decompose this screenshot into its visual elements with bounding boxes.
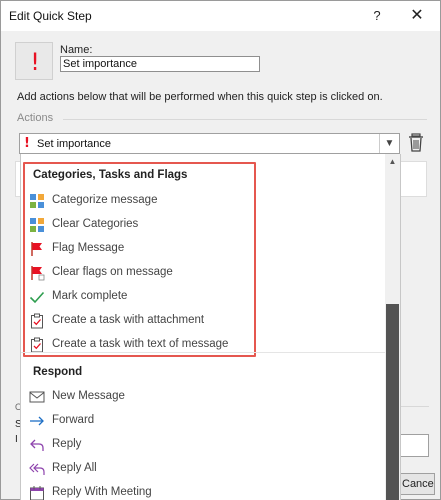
menu-item-label: Categorize message (52, 194, 158, 206)
action-dropdown-list: Categories, Tasks and Flags Categorize m… (20, 154, 401, 500)
importance-icon: ! (30, 48, 40, 76)
reply-icon (30, 439, 44, 451)
scrollbar-thumb[interactable] (386, 304, 399, 500)
edit-quick-step-dialog: Edit Quick Step ? ✕ ! Name: Add actions … (0, 0, 441, 500)
help-button[interactable]: ? (365, 6, 389, 26)
menu-item-label: Forward (52, 414, 95, 426)
action-dropdown[interactable]: ! Set importance ▼ (19, 133, 400, 154)
dialog-title: Edit Quick Step (9, 9, 92, 23)
menu-item-reply-with-meeting[interactable]: Reply With Meeting (29, 482, 379, 500)
scroll-up-arrow-icon[interactable]: ▲ (385, 154, 400, 170)
menu-item-new-message[interactable]: New Message (29, 386, 379, 408)
menu-item-clear-flags[interactable]: Clear flags on message (29, 262, 379, 284)
menu-item-label: Flag Message (52, 242, 125, 254)
menu-item-label: Create a task with attachment (52, 314, 205, 326)
calendar-icon (30, 486, 44, 500)
group-divider (21, 352, 387, 353)
title-bar: Edit Quick Step ? ✕ (1, 1, 440, 31)
clear-flag-icon (31, 266, 45, 281)
menu-item-reply[interactable]: Reply (29, 434, 379, 456)
menu-item-label: Reply (52, 438, 82, 450)
flag-icon (31, 242, 42, 256)
name-label: Name: (60, 44, 93, 56)
menu-item-label: Reply All (52, 462, 97, 474)
options-divider (399, 406, 429, 407)
tooltip-text-field[interactable] (399, 434, 429, 457)
menu-item-categorize-message[interactable]: Categorize message (29, 190, 379, 212)
group-header-respond: Respond (33, 366, 83, 378)
group-header-categories: Categories, Tasks and Flags (33, 169, 188, 181)
action-selected-value: Set importance (37, 138, 111, 150)
instructions-text: Add actions below that will be performed… (17, 91, 383, 103)
forward-arrow-icon (30, 416, 44, 426)
quick-step-icon-button[interactable]: ! (15, 42, 53, 80)
chevron-down-icon[interactable]: ▼ (379, 134, 399, 153)
actions-divider (63, 119, 427, 120)
menu-item-reply-all[interactable]: Reply All (29, 458, 379, 480)
menu-item-label: Mark complete (52, 290, 128, 302)
menu-item-clear-categories[interactable]: Clear Categories (29, 214, 379, 236)
task-clipboard-icon (31, 337, 43, 353)
menu-item-mark-complete[interactable]: Mark complete (29, 286, 379, 308)
menu-item-label: Reply With Meeting (52, 486, 152, 498)
dropdown-scrollbar[interactable]: ▲ (385, 154, 400, 500)
delete-action-button[interactable] (406, 132, 426, 154)
menu-item-label: New Message (52, 390, 125, 402)
cancel-button[interactable]: Cancel (395, 473, 435, 495)
actions-label: Actions (17, 112, 54, 124)
name-input[interactable] (60, 56, 260, 72)
close-button[interactable]: ✕ (405, 6, 429, 26)
menu-item-forward[interactable]: Forward (29, 410, 379, 432)
categorize-icon (30, 194, 44, 208)
tooltip-label: I (15, 434, 18, 445)
reply-all-icon (29, 463, 45, 475)
menu-item-label: Clear flags on message (52, 266, 173, 278)
menu-item-label: Create a task with text of message (52, 338, 229, 350)
envelope-icon (29, 391, 45, 403)
task-clipboard-icon (31, 313, 43, 329)
menu-item-label: Clear Categories (52, 218, 139, 230)
menu-item-task-with-attachment[interactable]: Create a task with attachment (29, 310, 379, 332)
menu-item-flag-message[interactable]: Flag Message (29, 238, 379, 260)
checkmark-icon (29, 291, 45, 304)
trash-icon (409, 133, 423, 152)
clear-categories-icon (30, 218, 44, 232)
importance-icon: ! (24, 136, 30, 151)
